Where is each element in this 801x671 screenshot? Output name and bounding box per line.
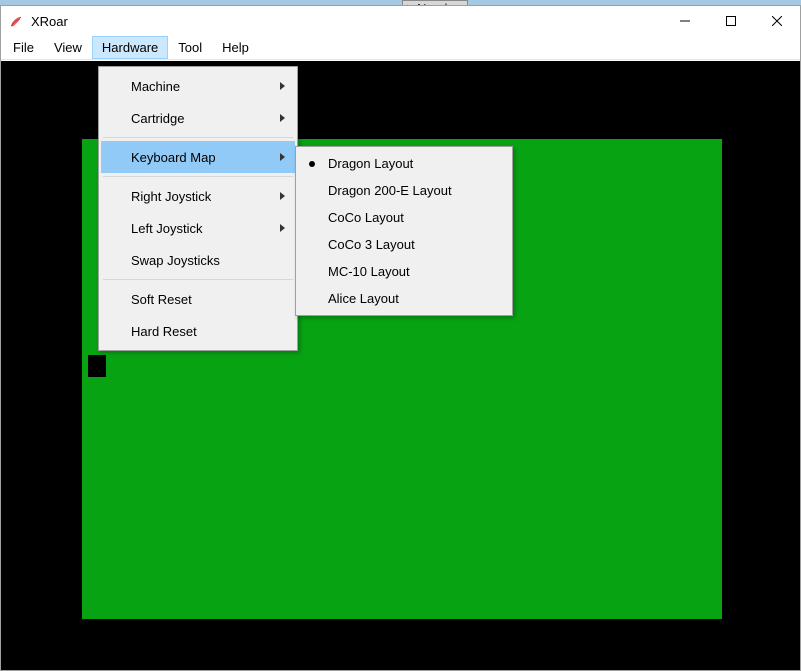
menu-item-right-joystick[interactable]: Right Joystick <box>101 180 295 212</box>
menu-file[interactable]: File <box>3 36 44 59</box>
menu-separator <box>103 279 293 280</box>
close-button[interactable] <box>754 6 800 36</box>
menu-help-label: Help <box>222 40 249 55</box>
menu-view-label: View <box>54 40 82 55</box>
maximize-button[interactable] <box>708 6 754 36</box>
menu-hardware-label: Hardware <box>102 40 158 55</box>
titlebar[interactable]: XRoar <box>1 6 800 36</box>
app-icon <box>9 13 25 29</box>
menu-item-left-joystick[interactable]: Left Joystick <box>101 212 295 244</box>
submenu-item-dragon-200e-layout-label: Dragon 200-E Layout <box>328 183 452 198</box>
submenu-item-alice-layout-label: Alice Layout <box>328 291 399 306</box>
menu-item-machine-label: Machine <box>131 79 180 94</box>
menu-item-right-joystick-label: Right Joystick <box>131 189 211 204</box>
menu-item-hard-reset-label: Hard Reset <box>131 324 197 339</box>
menu-item-left-joystick-label: Left Joystick <box>131 221 203 236</box>
submenu-item-alice-layout[interactable]: Alice Layout <box>298 285 510 312</box>
submenu-item-dragon-layout-label: Dragon Layout <box>328 156 413 171</box>
menu-file-label: File <box>13 40 34 55</box>
text-cursor <box>88 355 106 377</box>
submenu-item-mc10-layout[interactable]: MC-10 Layout <box>298 258 510 285</box>
menu-tool-label: Tool <box>178 40 202 55</box>
menu-item-machine[interactable]: Machine <box>101 70 295 102</box>
menu-item-soft-reset-label: Soft Reset <box>131 292 192 307</box>
minimize-button[interactable] <box>662 6 708 36</box>
menu-item-swap-joysticks-label: Swap Joysticks <box>131 253 220 268</box>
window-title: XRoar <box>31 14 68 29</box>
menu-hardware[interactable]: Hardware <box>92 36 168 59</box>
menu-item-swap-joysticks[interactable]: Swap Joysticks <box>101 244 295 276</box>
radio-selected-icon <box>309 161 315 167</box>
menu-item-keyboard-map[interactable]: Keyboard Map <box>101 141 295 173</box>
hardware-menu-dropdown: Machine Cartridge Keyboard Map Right Joy… <box>98 66 298 351</box>
window-controls <box>662 6 800 36</box>
menu-item-keyboard-map-label: Keyboard Map <box>131 150 216 165</box>
menu-help[interactable]: Help <box>212 36 259 59</box>
keyboard-map-submenu: Dragon Layout Dragon 200-E Layout CoCo L… <box>295 146 513 316</box>
menu-tool[interactable]: Tool <box>168 36 212 59</box>
menubar: File View Hardware Tool Help <box>1 36 800 60</box>
menu-item-cartridge-label: Cartridge <box>131 111 184 126</box>
submenu-item-coco-layout[interactable]: CoCo Layout <box>298 204 510 231</box>
menu-separator <box>103 137 293 138</box>
menu-item-hard-reset[interactable]: Hard Reset <box>101 315 295 347</box>
menu-separator <box>103 176 293 177</box>
submenu-item-dragon-200e-layout[interactable]: Dragon 200-E Layout <box>298 177 510 204</box>
submenu-item-mc10-layout-label: MC-10 Layout <box>328 264 410 279</box>
xroar-window: XRoar File View Hardware Tool Help AGEN … <box>0 5 801 671</box>
menu-item-soft-reset[interactable]: Soft Reset <box>101 283 295 315</box>
menu-view[interactable]: View <box>44 36 92 59</box>
submenu-item-dragon-layout[interactable]: Dragon Layout <box>298 150 510 177</box>
submenu-item-coco3-layout[interactable]: CoCo 3 Layout <box>298 231 510 258</box>
menu-item-cartridge[interactable]: Cartridge <box>101 102 295 134</box>
submenu-item-coco3-layout-label: CoCo 3 Layout <box>328 237 415 252</box>
submenu-item-coco-layout-label: CoCo Layout <box>328 210 404 225</box>
